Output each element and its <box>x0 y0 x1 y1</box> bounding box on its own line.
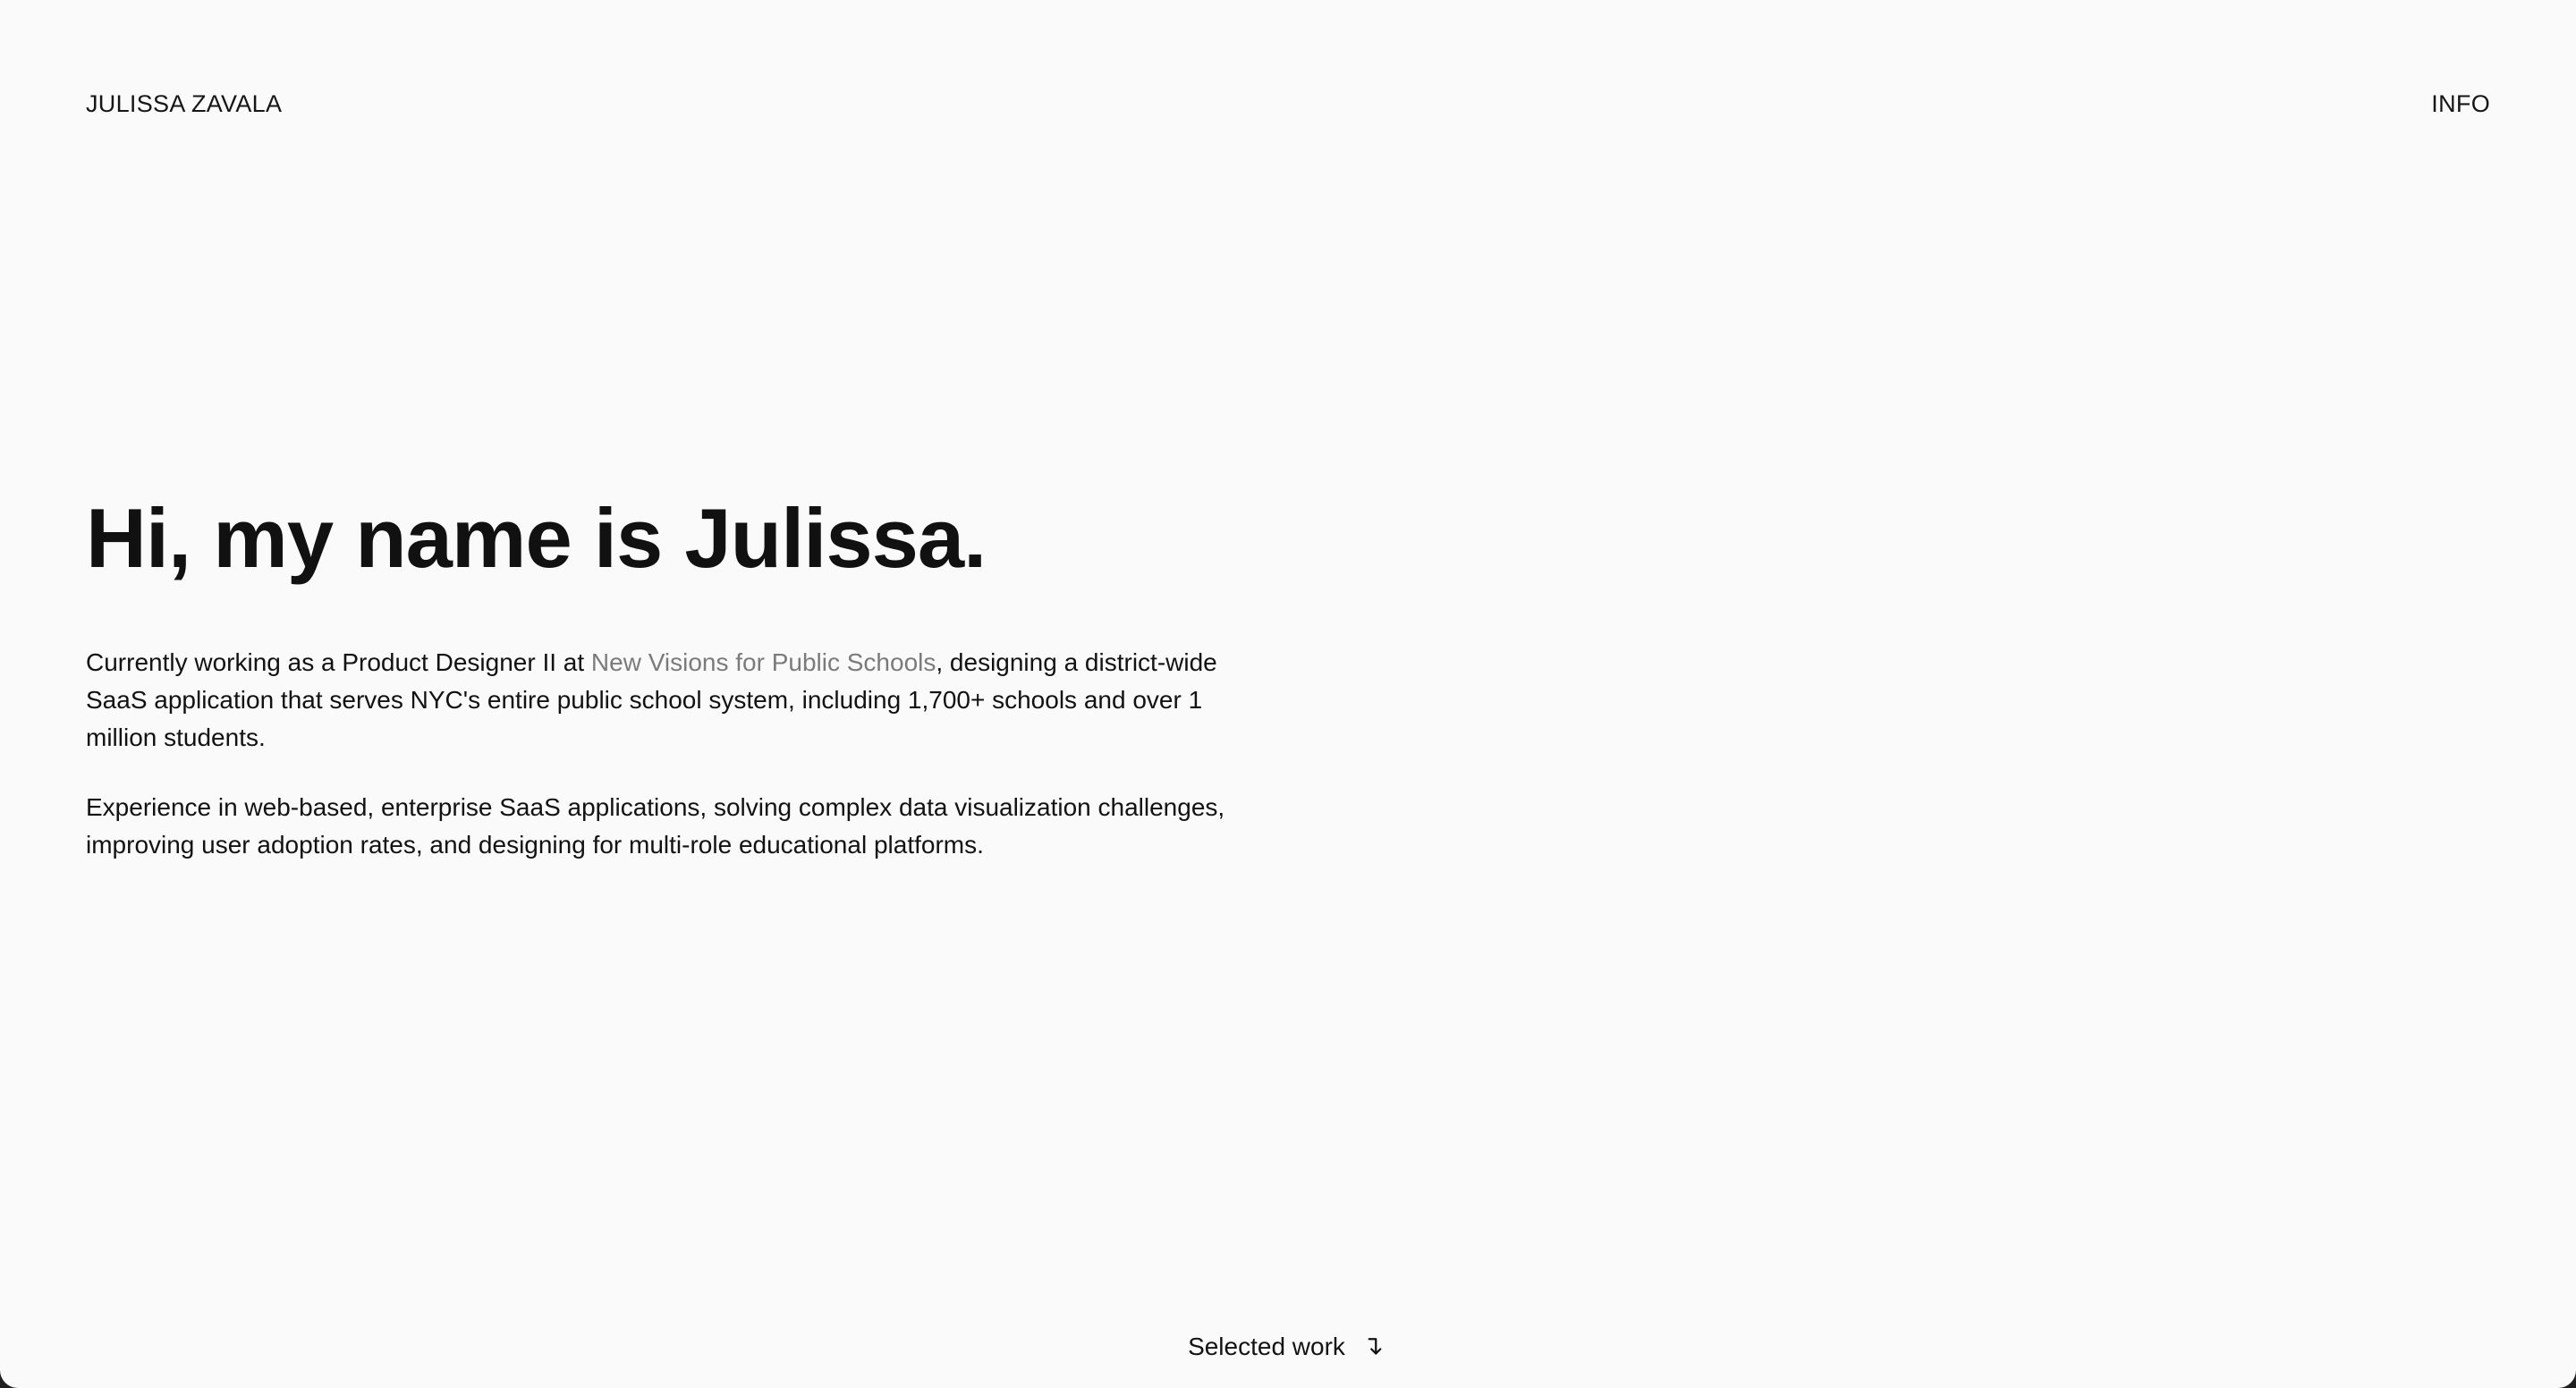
page: JULISSA ZAVALA INFO Hi, my name is Julis… <box>0 0 2576 1388</box>
nav-info-link[interactable]: INFO <box>2431 86 2490 122</box>
intro-paragraph-1: Currently working as a Product Designer … <box>86 644 1240 757</box>
site-header: JULISSA ZAVALA INFO <box>86 86 2490 122</box>
arrow-down-right-icon <box>1361 1333 1388 1360</box>
intro-text-before-link: Currently working as a Product Designer … <box>86 648 591 677</box>
hero-title: Hi, my name is Julissa. <box>86 491 987 585</box>
selected-work-label: Selected work <box>1188 1333 1345 1360</box>
brand-name[interactable]: JULISSA ZAVALA <box>86 86 282 122</box>
employer-link[interactable]: New Visions for Public Schools <box>591 648 936 676</box>
hero-section: Hi, my name is Julissa. Currently workin… <box>86 490 1249 864</box>
intro-paragraph-2: Experience in web-based, enterprise SaaS… <box>86 793 1225 859</box>
selected-work-button[interactable]: Selected work <box>0 1333 2576 1361</box>
